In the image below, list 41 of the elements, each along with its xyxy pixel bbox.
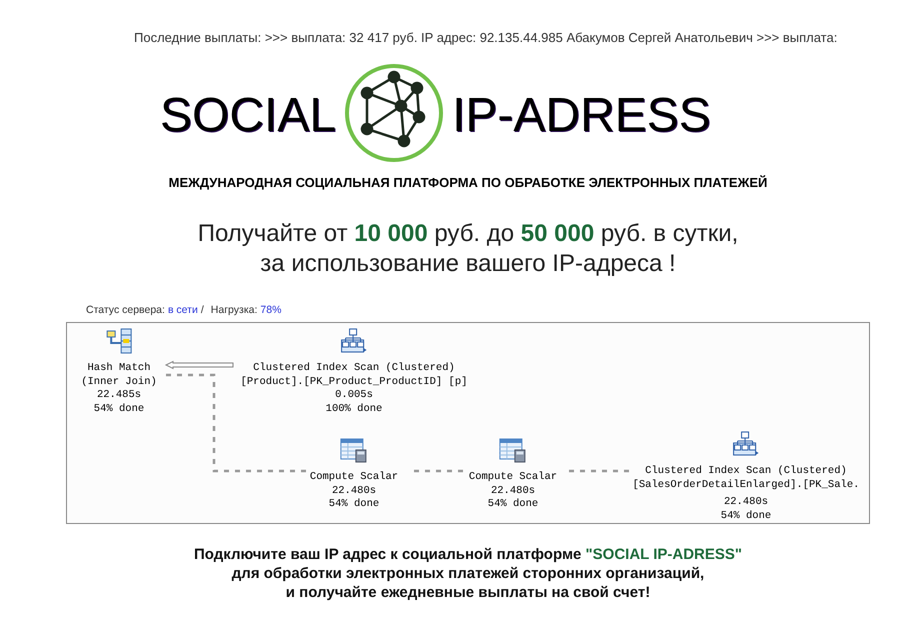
hash-join-icon — [105, 328, 133, 354]
network-logo-icon — [344, 63, 444, 163]
calculator-table-icon — [499, 437, 527, 463]
node-label: 22.480s — [332, 484, 376, 498]
node-label: 54% done — [328, 498, 380, 512]
calculator-table-icon — [340, 437, 368, 463]
index-scan-icon — [340, 328, 368, 354]
logo-text: IP-ADRESS — [452, 92, 711, 140]
headline-text: Получайте от 10 000 руб. до 50 000 руб. в сутки, — [196, 219, 740, 249]
node-label: 22.485s — [96, 389, 142, 402]
node-label: 54% done — [488, 498, 538, 512]
headline-text: за использование вашего IP-адреса ! — [259, 249, 677, 279]
footer-text: и получайте ежедневные выплаты на свой счет! — [284, 583, 652, 602]
dashed-connector — [569, 470, 629, 472]
node-label: [Product].[PK_Product_ProductID] [p] — [240, 376, 468, 389]
node-label: (Inner Join) — [81, 376, 157, 389]
payout-ticker: Последние выплаты: >>> выплата: 32 417 руб. IP адрес: 92.135.44.985 Абакумов Сергей Анатольевич >>> выплата: — [134, 30, 838, 45]
node-label: [SalesOrderDetailEnlarged].[PK_Sale. — [632, 478, 860, 492]
node-label: 22.480s — [490, 484, 536, 498]
status-label: Статус сервера: — [86, 304, 165, 316]
node-label: Compute Scalar — [468, 471, 558, 484]
index-scan-icon — [732, 431, 760, 457]
node-label: Compute Scalar — [310, 471, 398, 484]
load-value: 78% — [260, 304, 282, 316]
footer-text: для обработки электронных платежей сторонних организаций, — [230, 564, 706, 583]
node-label: 100% done — [326, 402, 382, 416]
status-value: в сети — [168, 304, 198, 316]
separator-text: / — [200, 304, 204, 316]
tagline: МЕЖДУНАРОДНАЯ СОЦИАЛЬНАЯ ПЛАТФОРМА ПО ОБРАБОТКЕ ЭЛЕКТРОННЫХ ПЛАТЕЖЕЙ — [168, 175, 768, 190]
node-label: Clustered Index Scan (Clustered) — [645, 465, 847, 478]
node-label: Hash Match — [87, 362, 150, 376]
dashed-connector — [414, 470, 464, 472]
node-label: 54% done — [720, 510, 772, 523]
arrow-connector — [164, 360, 234, 370]
logo-text: SOCIAL — [160, 92, 336, 140]
node-label: 22.480s — [724, 496, 768, 510]
node-label: 0.005s — [335, 389, 373, 402]
node-label: Clustered Index Scan (Clustered) — [253, 362, 455, 376]
node-label: 54% done — [94, 402, 144, 416]
footer-text: Подключите ваш IP адрес к социальной платформе "SOCIAL IP-ADRESS" — [192, 545, 744, 564]
load-label: Нагрузка: — [210, 304, 258, 316]
